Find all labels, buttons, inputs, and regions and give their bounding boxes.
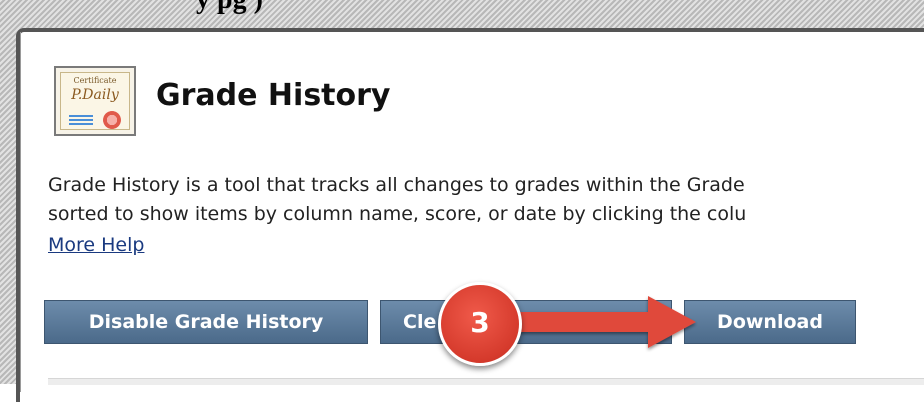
step-number-badge: 3: [438, 282, 522, 366]
page-title: Grade History: [156, 78, 391, 113]
more-help-link[interactable]: More Help: [48, 234, 144, 256]
disable-grade-history-button[interactable]: Disable Grade History: [44, 300, 368, 344]
certificate-paper: Certificate P.Daily: [60, 72, 130, 130]
certificate-seal: [103, 111, 121, 129]
certificate-script: P.Daily: [71, 87, 119, 103]
description-line-2: sorted to show items by column name, sco…: [48, 203, 747, 225]
description-line-1: Grade History is a tool that tracks all …: [48, 174, 745, 196]
certificate-label: Certificate: [73, 76, 117, 85]
certificate-lines: [69, 115, 93, 125]
certificate-icon: Certificate P.Daily: [54, 66, 136, 136]
download-button[interactable]: Download: [684, 300, 856, 344]
top-caption: y pg ): [196, 0, 263, 16]
